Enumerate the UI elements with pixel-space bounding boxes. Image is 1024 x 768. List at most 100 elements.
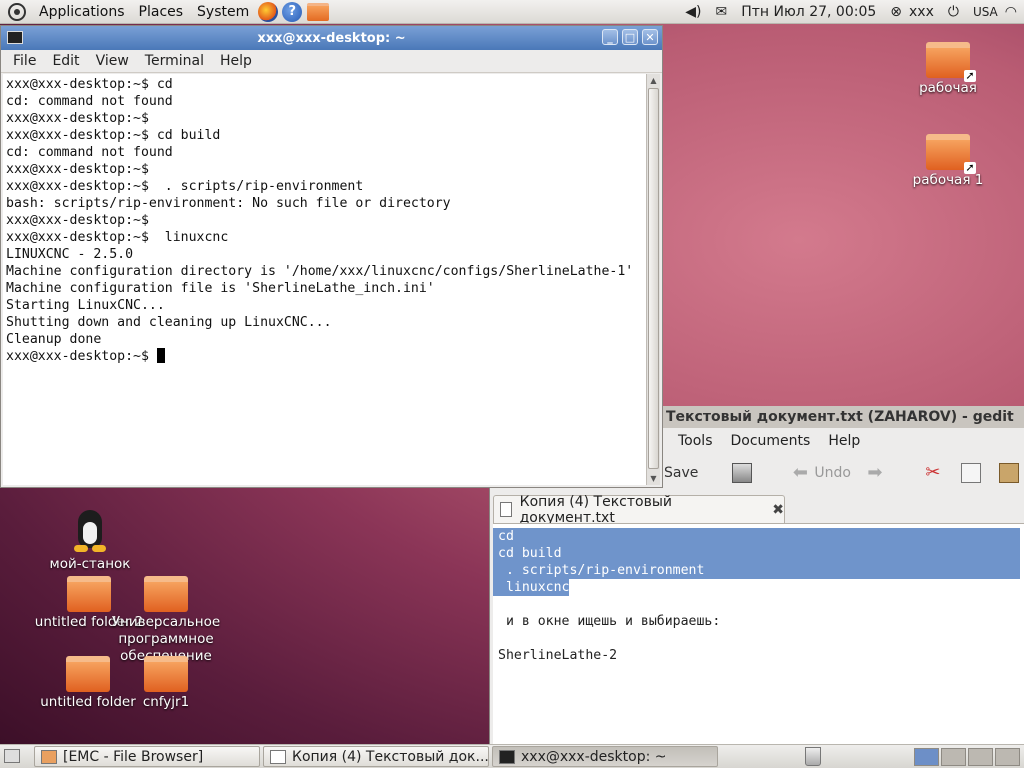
- terminal-line: Starting LinuxCNC...: [6, 298, 165, 313]
- undo-arrow-icon: ⬅: [792, 462, 808, 483]
- window-controls: _ □ ✕: [602, 29, 658, 45]
- close-tab-icon[interactable]: ✖: [772, 502, 784, 518]
- power-icon[interactable]: ⏻: [948, 4, 959, 20]
- menu-places[interactable]: Places: [132, 4, 191, 20]
- terminal-prompt-line: xxx@xxx-desktop:~$: [6, 348, 644, 365]
- tab-label: Копия (4) Текстовый документ.txt: [519, 493, 672, 526]
- icon-label: рабочая 1: [912, 172, 984, 188]
- redo-arrow-icon: ➡: [867, 462, 883, 483]
- cut-button[interactable]: ✂: [923, 463, 947, 483]
- terminal-line: xxx@xxx-desktop:~$: [6, 213, 149, 228]
- selected-line: . scripts/rip-environment: [493, 562, 1020, 579]
- workspace-2[interactable]: [941, 748, 966, 766]
- folder-icon: [41, 750, 57, 764]
- redo-button[interactable]: ➡: [865, 463, 889, 483]
- trash-icon[interactable]: [805, 747, 821, 766]
- terminal-line: Machine configuration file is 'SherlineL…: [6, 281, 435, 296]
- folder-icon: [66, 656, 110, 692]
- scroll-up-icon[interactable]: ▲: [647, 74, 660, 87]
- terminal-icon: [7, 31, 23, 44]
- save-button[interactable]: Save: [664, 465, 698, 481]
- menu-view[interactable]: View: [88, 53, 137, 69]
- gedit-menu-tools[interactable]: Tools: [666, 433, 719, 449]
- menu-terminal[interactable]: Terminal: [137, 53, 212, 69]
- folder-link-icon: [926, 134, 976, 174]
- selected-line-partial: linuxcnc: [493, 579, 570, 596]
- close-button[interactable]: ✕: [642, 29, 658, 45]
- terminal-titlebar[interactable]: xxx@xxx-desktop: ~ _ □ ✕: [1, 26, 662, 50]
- firefox-icon[interactable]: [258, 1, 279, 22]
- show-desktop-icon[interactable]: [4, 749, 20, 763]
- folder-link-icon: [926, 42, 976, 82]
- copy-button[interactable]: [960, 463, 985, 483]
- undo-button[interactable]: ⬅ Undo: [790, 463, 851, 483]
- workspace-4[interactable]: [995, 748, 1020, 766]
- maximize-button[interactable]: □: [622, 29, 638, 45]
- scrollbar-thumb[interactable]: [648, 88, 659, 469]
- desktop-icon-moy-stanok[interactable]: мой-станок: [40, 506, 140, 573]
- print-button[interactable]: [732, 463, 756, 483]
- terminal-line: xxx@xxx-desktop:~$: [6, 162, 149, 177]
- taskbar-item-terminal[interactable]: xxx@xxx-desktop: ~: [492, 746, 718, 767]
- taskbar-item-gedit[interactable]: Копия (4) Текстовый док...: [263, 746, 489, 767]
- keyboard-layout[interactable]: USA: [973, 5, 998, 19]
- selected-line: cd build: [493, 545, 1020, 562]
- workspace-3[interactable]: [968, 748, 993, 766]
- editor-line: и в окне ищешь и выбираешь:: [498, 614, 721, 629]
- menu-applications[interactable]: Applications: [32, 4, 132, 20]
- gedit-menu-help[interactable]: Help: [816, 433, 866, 449]
- help-icon[interactable]: ?: [282, 1, 303, 22]
- terminal-line: xxx@xxx-desktop:~$: [6, 111, 149, 126]
- top-panel: Applications Places System ? ◀) ✉ Птн Ию…: [0, 0, 1024, 24]
- terminal-scrollbar[interactable]: ▲ ▼: [646, 74, 660, 485]
- scroll-down-icon[interactable]: ▼: [647, 472, 660, 485]
- volume-icon[interactable]: ◀): [685, 4, 701, 20]
- document-tab[interactable]: Копия (4) Текстовый документ.txt ✖: [493, 493, 785, 526]
- desktop-icon-untitled-folder[interactable]: untitled folder: [36, 656, 140, 711]
- text-cursor: [156, 348, 165, 363]
- terminal-line: xxx@xxx-desktop:~$ cd build: [6, 128, 221, 143]
- taskbar-item-file-browser[interactable]: [EMC - File Browser]: [34, 746, 260, 767]
- mail-icon[interactable]: ✉: [716, 4, 728, 20]
- copy-icon: [960, 463, 981, 483]
- user-icon[interactable]: ⊗: [890, 4, 902, 20]
- text-editor-icon: [270, 750, 286, 764]
- clock[interactable]: Птн Июл 27, 00:05: [741, 4, 876, 20]
- desktop-icon-rabochaya[interactable]: рабочая: [908, 42, 988, 97]
- tux-icon: [70, 506, 110, 554]
- menu-help[interactable]: Help: [212, 53, 260, 69]
- ubuntu-logo-icon[interactable]: [8, 2, 26, 21]
- terminal-menubar: File Edit View Terminal Help: [1, 50, 662, 73]
- terminal-line: cd: command not found: [6, 94, 173, 109]
- desktop-icon-cnfyjr1[interactable]: cnfyjr1: [128, 656, 204, 711]
- minimize-button[interactable]: _: [602, 29, 618, 45]
- document-icon: [500, 502, 512, 517]
- menu-file[interactable]: File: [5, 53, 44, 69]
- menu-edit[interactable]: Edit: [44, 53, 87, 69]
- text-editor[interactable]: cd cd build . scripts/rip-environment lin…: [493, 523, 1024, 744]
- paste-button[interactable]: [998, 463, 1023, 483]
- gedit-menu-documents[interactable]: Documents: [719, 433, 817, 449]
- terminal-window: xxx@xxx-desktop: ~ _ □ ✕ File Edit View …: [0, 25, 663, 488]
- user-name[interactable]: xxx: [909, 4, 934, 20]
- printer-icon: [732, 463, 753, 483]
- terminal-line: LINUXCNC - 2.5.0: [6, 247, 134, 262]
- desktop-icon-rabochaya-1[interactable]: рабочая 1: [906, 134, 990, 189]
- terminal-line: xxx@xxx-desktop:~$ . scripts/rip-environ…: [6, 179, 364, 194]
- icon-label: untitled folder: [40, 694, 136, 710]
- gedit-toolbar: Save ⬅ Undo ➡ ✂ ⚲: [664, 456, 1024, 490]
- scissors-icon: ✂: [925, 462, 941, 483]
- network-icon[interactable]: ◠: [1005, 4, 1017, 20]
- paste-icon: [998, 463, 1019, 483]
- terminal-line: cd: command not found: [6, 145, 173, 160]
- menu-system[interactable]: System: [190, 4, 256, 20]
- terminal-line: xxx@xxx-desktop:~$ cd: [6, 77, 173, 92]
- terminal-line: xxx@xxx-desktop:~$ linuxcnc: [6, 230, 229, 245]
- workspace-1[interactable]: [914, 748, 939, 766]
- icon-label: мой-станок: [49, 556, 131, 572]
- folder-icon[interactable]: [307, 2, 330, 21]
- folder-icon: [144, 576, 188, 612]
- icon-label: рабочая: [919, 80, 977, 96]
- terminal-output[interactable]: xxx@xxx-desktop:~$ cd cd: command not fou…: [3, 74, 647, 485]
- icon-label: cnfyjr1: [142, 694, 190, 710]
